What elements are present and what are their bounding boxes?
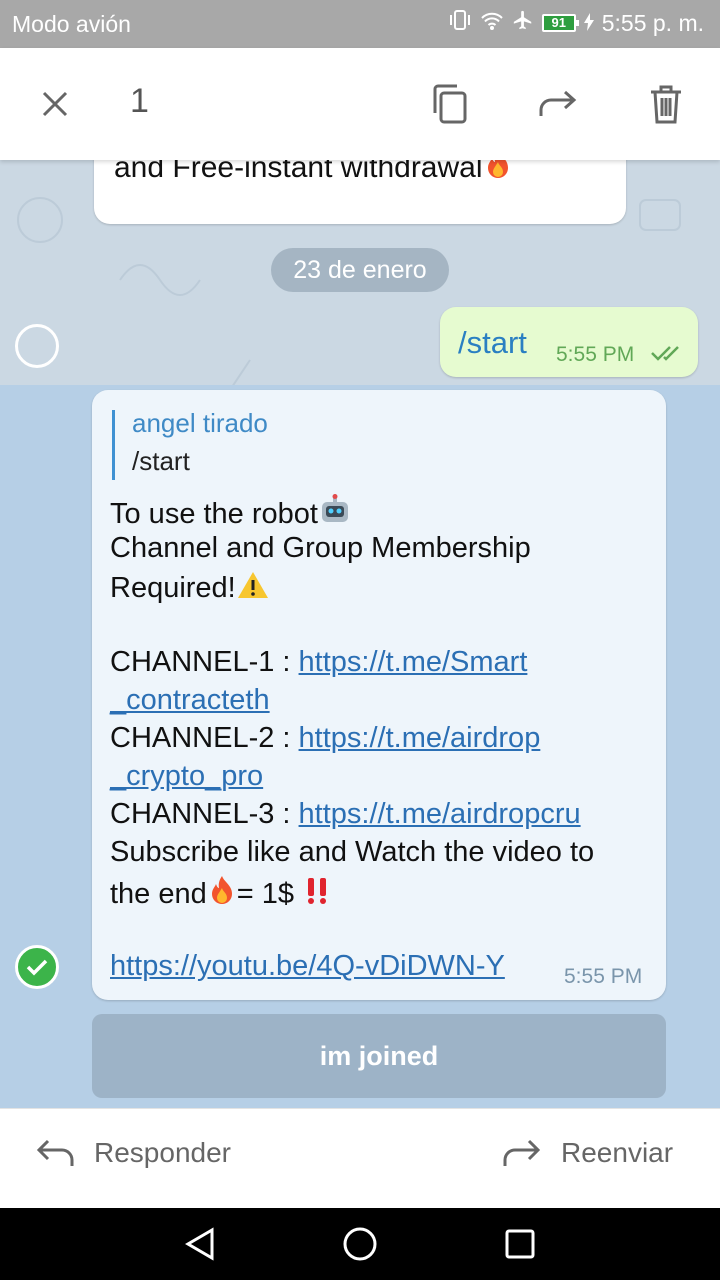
message-line: Subscribe like and Watch the video to xyxy=(110,836,595,868)
forward-icon xyxy=(539,90,577,116)
wifi-icon xyxy=(480,10,504,37)
copy-button[interactable] xyxy=(424,78,476,130)
fire-icon xyxy=(483,160,513,188)
channel-line: CHANNEL-3 : https://t.me/airdropcru xyxy=(110,798,581,830)
battery-icon: 91 xyxy=(541,14,579,32)
channel3-link[interactable]: https://t.me/airdropcru xyxy=(299,798,581,830)
bot-message-bubble[interactable]: angel tirado /start To use the robot Cha… xyxy=(92,390,666,1000)
delete-button[interactable] xyxy=(640,78,692,130)
channel1-link-cont[interactable]: _contracteth xyxy=(110,684,270,716)
charging-icon xyxy=(583,10,594,37)
home-button[interactable] xyxy=(340,1224,380,1264)
status-icons: 91 5:55 p. m. xyxy=(448,9,704,37)
back-button[interactable] xyxy=(180,1224,220,1264)
reply-quoted-text: /start xyxy=(132,446,190,476)
back-triangle-icon xyxy=(185,1227,214,1261)
video-link[interactable]: https://youtu.be/4Q-vDiDWN-Y xyxy=(110,950,505,982)
close-icon xyxy=(42,91,68,117)
double-exclamation-icon xyxy=(302,876,332,914)
selected-count: 1 xyxy=(130,82,149,120)
status-bar: Modo avión 91 5:55 p. m. xyxy=(0,0,720,48)
message-line: To use the robot xyxy=(110,494,352,534)
previous-message-text: and Free-instant withdrawal xyxy=(114,160,513,188)
forward-button[interactable] xyxy=(532,78,584,130)
outgoing-message-text: /start xyxy=(458,325,527,360)
forward-icon xyxy=(503,1139,541,1166)
message-line: the end = 1$ xyxy=(110,874,332,914)
reply-quote-bar xyxy=(112,410,115,480)
home-circle-icon xyxy=(343,1227,377,1261)
warning-icon xyxy=(236,570,270,608)
trash-icon xyxy=(651,85,681,124)
robot-icon xyxy=(318,494,352,534)
outgoing-message-time: 5:55 PM xyxy=(556,343,635,366)
channel-line: _contracteth xyxy=(110,684,270,717)
close-selection-button[interactable] xyxy=(29,78,81,130)
message-line: Channel and Group Membership xyxy=(110,532,531,564)
reply-button[interactable]: Responder xyxy=(36,1137,231,1169)
reply-icon xyxy=(36,1139,74,1166)
recents-square-icon xyxy=(505,1229,535,1259)
copy-icon xyxy=(433,84,467,124)
previous-message-bubble[interactable]: and Free-instant withdrawal xyxy=(94,160,626,224)
outgoing-message-bubble[interactable]: /start 5:55 PM xyxy=(440,307,698,377)
channel2-link-cont[interactable]: _crypto_pro xyxy=(110,760,263,792)
channel-line: _crypto_pro xyxy=(110,760,263,793)
channel-line: CHANNEL-2 : https://t.me/airdrop xyxy=(110,722,541,754)
checkmark-icon xyxy=(26,959,48,976)
date-separator: 23 de enero xyxy=(271,248,449,292)
fire-icon xyxy=(207,874,237,914)
forward-bottom-button[interactable]: Reenviar xyxy=(503,1137,673,1169)
selected-checkbox[interactable] xyxy=(15,945,59,989)
vibrate-icon xyxy=(448,9,472,37)
chat-area: and Free-instant withdrawal 23 de enero … xyxy=(0,160,720,1108)
bot-message-time: 5:55 PM xyxy=(564,965,643,988)
im-joined-button[interactable]: im joined xyxy=(92,1014,666,1098)
channel2-link[interactable]: https://t.me/airdrop xyxy=(299,722,541,754)
double-check-icon xyxy=(650,343,686,368)
video-line: https://youtu.be/4Q-vDiDWN-Y xyxy=(110,950,505,983)
airplane-icon xyxy=(512,9,534,37)
carrier-label: Modo avión xyxy=(12,11,131,37)
clock: 5:55 p. m. xyxy=(601,9,704,36)
selection-action-bar: 1 xyxy=(0,48,720,160)
forward-label: Reenviar xyxy=(561,1137,674,1168)
reply-label: Responder xyxy=(94,1137,231,1168)
unselected-checkbox[interactable] xyxy=(15,324,59,368)
channel1-link[interactable]: https://t.me/Smart xyxy=(299,646,528,678)
channel-line: CHANNEL-1 : https://t.me/Smart xyxy=(110,646,528,678)
system-navigation-bar xyxy=(0,1208,720,1280)
message-action-bar: Responder Reenviar xyxy=(0,1108,720,1208)
recents-button[interactable] xyxy=(500,1224,540,1264)
reply-author[interactable]: angel tirado xyxy=(132,408,268,439)
message-line: Required! xyxy=(110,570,270,608)
